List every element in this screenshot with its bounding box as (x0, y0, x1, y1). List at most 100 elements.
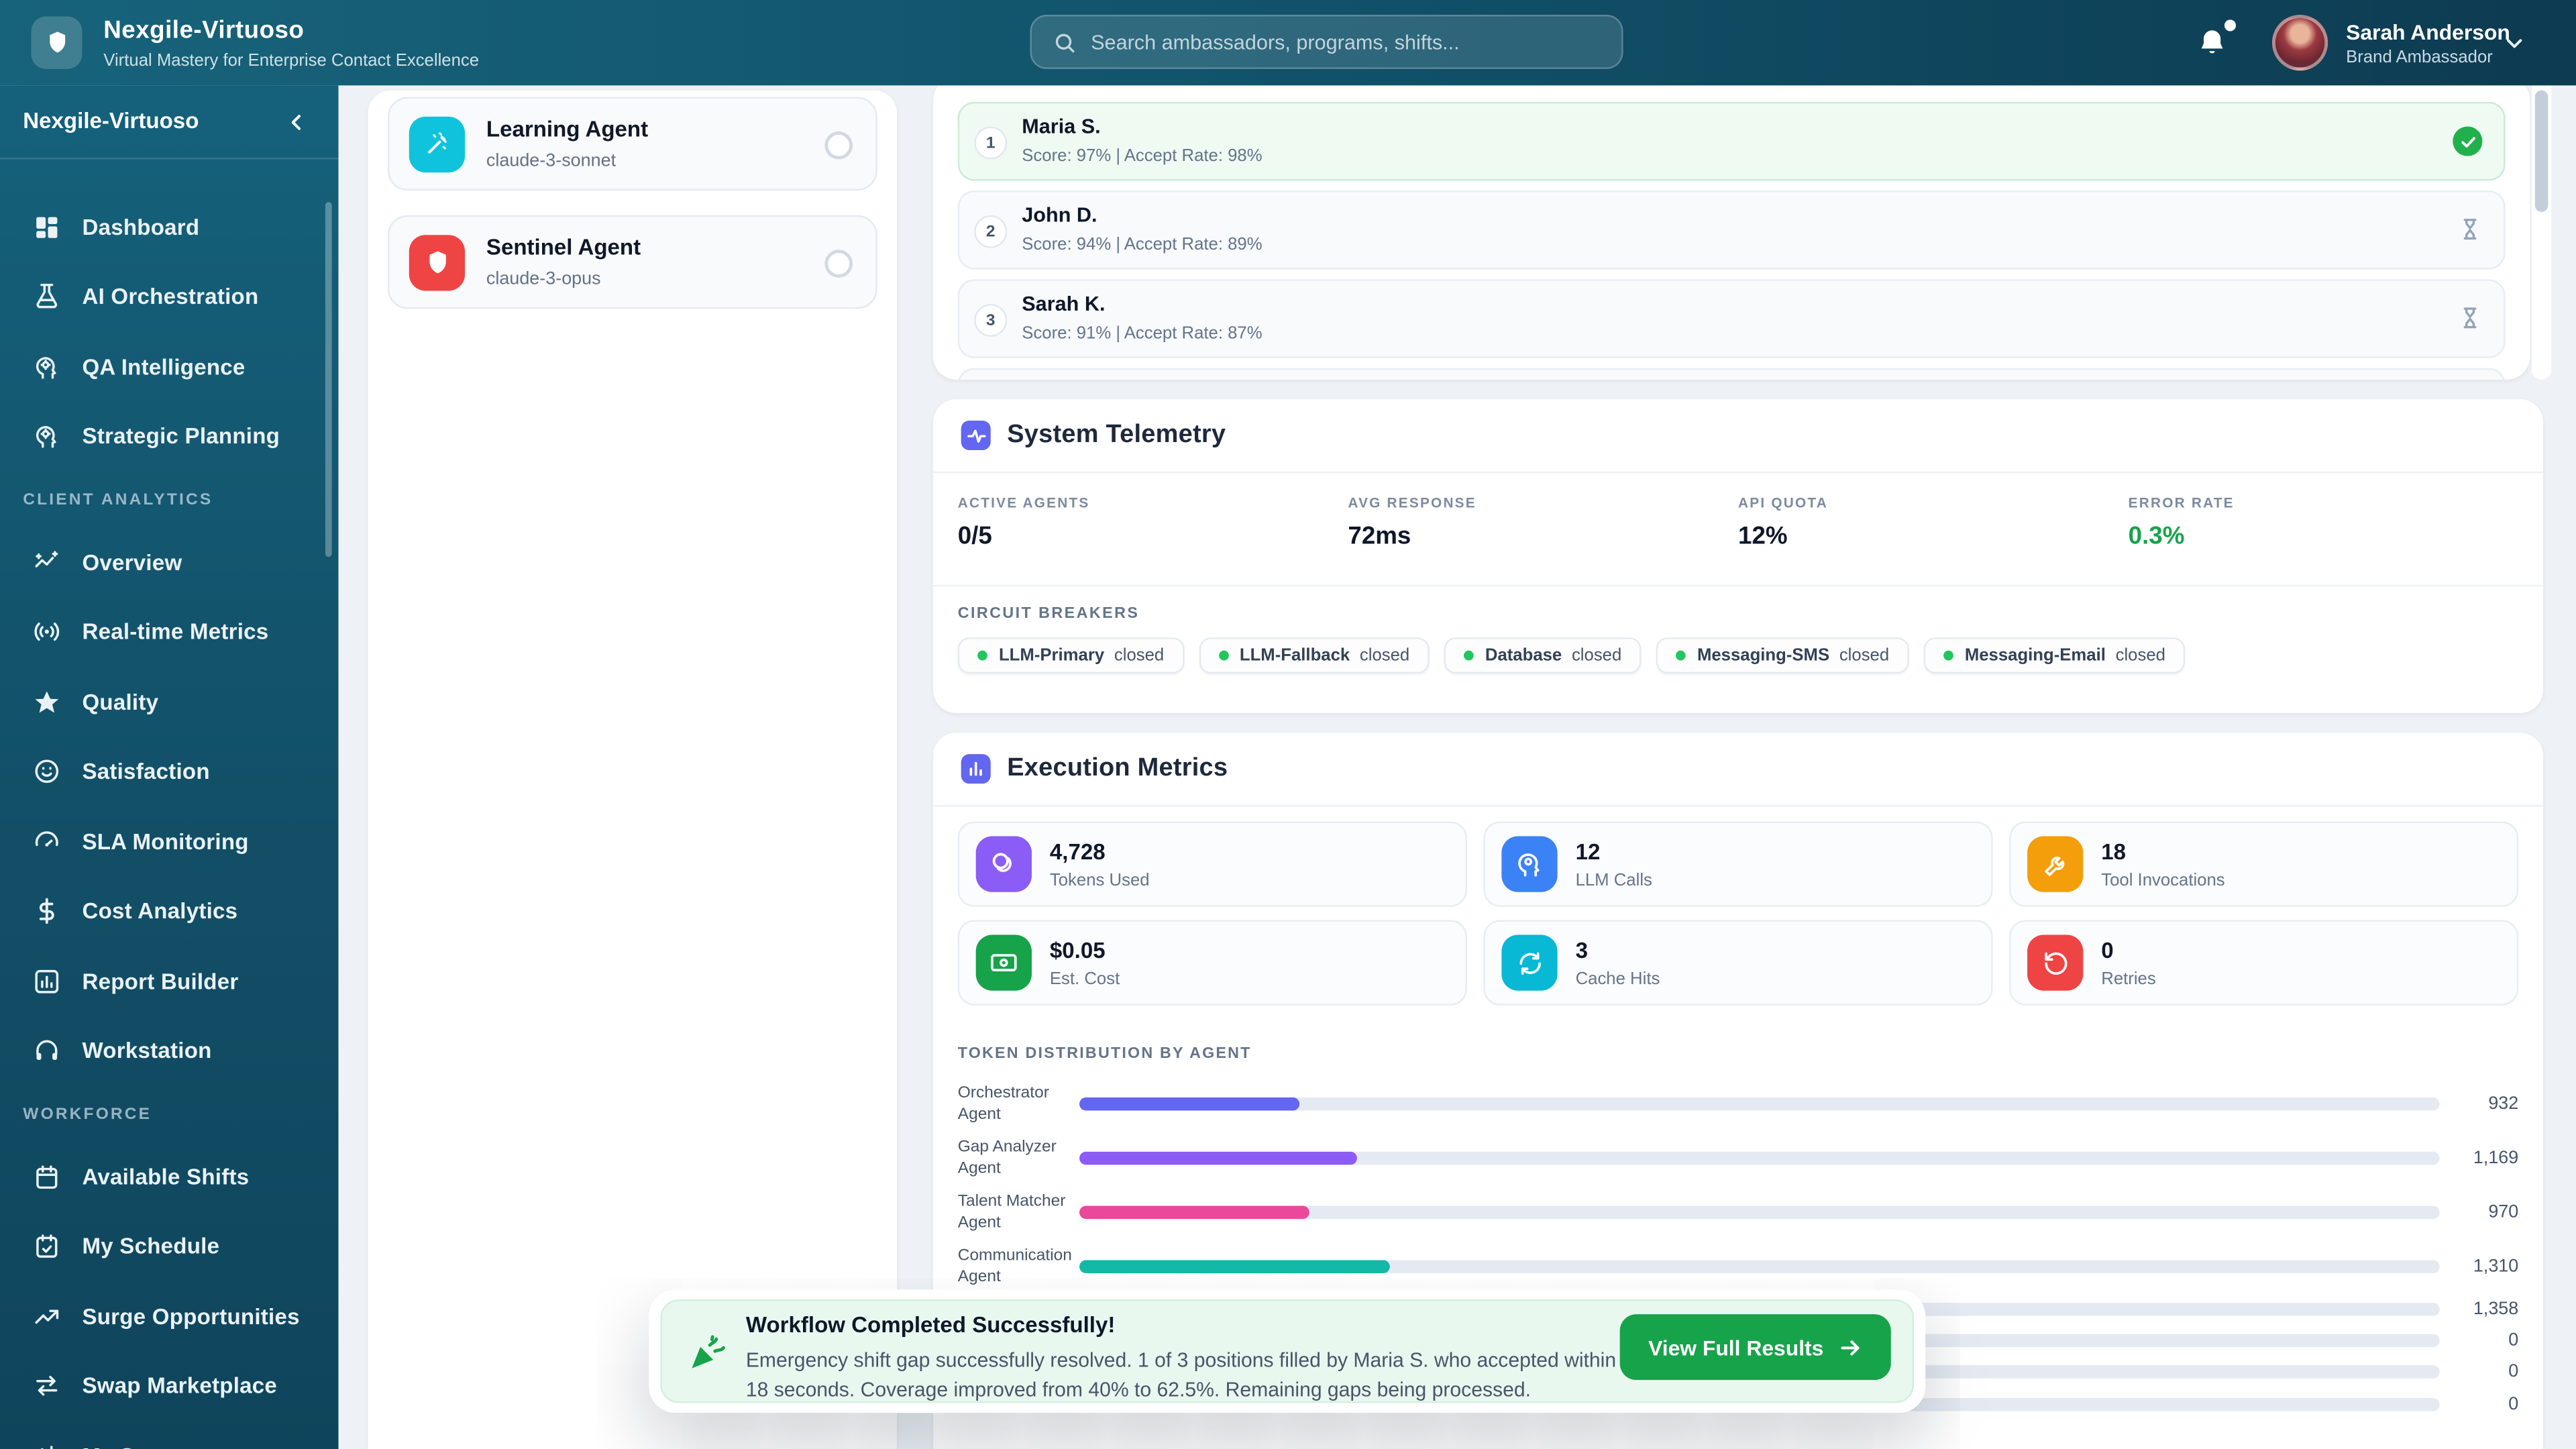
agent-radio[interactable] (824, 131, 853, 160)
metric-tile-est-cost: $0.05 Est. Cost (957, 920, 1467, 1006)
stat-value: 0.3% (2128, 522, 2185, 551)
sidebar-item-surge-opportunities[interactable]: Surge Opportunities (0, 1281, 338, 1351)
smiley-icon (35, 760, 59, 784)
tile-label: Est. Cost (1049, 968, 1120, 989)
bar-label: Communication Agent (957, 1246, 1072, 1287)
card-title: System Telemetry (1007, 420, 1226, 449)
sidebar-item-realtime-metrics[interactable]: Real-time Metrics (0, 597, 338, 667)
user-menu-button[interactable] (2502, 32, 2527, 64)
bar-row: Gap Analyzer Agent 1,169 (958, 1137, 2519, 1180)
status-dot (1218, 650, 1228, 661)
chevron-left-icon (290, 113, 300, 129)
status-dot (1676, 650, 1686, 661)
breaker-name: LLM-Primary (998, 645, 1105, 665)
star-icon (35, 690, 59, 712)
agent-card-sentinel[interactable]: Sentinel Agent claude-3-opus (387, 215, 877, 309)
stat-label: API QUOTA (1738, 494, 1828, 511)
head-gear-icon (1501, 836, 1558, 892)
sidebar-item-workstation[interactable]: Workstation (0, 1016, 338, 1086)
token-distribution-title: TOKEN DISTRIBUTION BY AGENT (957, 1044, 1252, 1063)
bar-value: 1,169 (2473, 1148, 2519, 1169)
banknote-icon (975, 934, 1032, 991)
trend-sparkle-icon (35, 550, 58, 568)
notifications-button[interactable] (2196, 19, 2237, 62)
head-gear-icon (36, 356, 56, 379)
agent-radio[interactable] (824, 250, 853, 278)
sidebar-item-label: Real-time Metrics (82, 619, 269, 645)
candidate-row[interactable]: 1 Maria S. Score: 97% | Accept Rate: 98% (957, 101, 2506, 181)
sidebar-collapse-button[interactable] (276, 102, 315, 142)
agent-name: Sentinel Agent (486, 235, 641, 260)
sidebar-item-sla-monitoring[interactable]: SLA Monitoring (0, 806, 338, 876)
bar-row: Communication Agent 1,310 (958, 1245, 2519, 1288)
bar-value: 0 (2508, 1393, 2519, 1414)
sidebar-item-cost-analytics[interactable]: Cost Analytics (0, 877, 338, 947)
rotate-ccw-icon (2027, 934, 2084, 991)
hourglass-icon (2458, 304, 2483, 340)
bell-icon (2201, 30, 2223, 54)
stat-error-rate: ERROR RATE 0.3% (2129, 494, 2519, 585)
user-role: Brand Ambassador (2346, 48, 2493, 68)
wand-icon (409, 115, 466, 172)
sidebar-scrollbar-thumb[interactable] (325, 202, 332, 557)
bar-value: 1,358 (2473, 1299, 2519, 1320)
tile-value: 12 (1575, 839, 1601, 863)
stat-active-agents: ACTIVE AGENTS 0/5 (958, 494, 1348, 585)
circuit-breaker-chip: Database closed (1444, 637, 1642, 674)
trending-up-icon (35, 1309, 59, 1324)
agent-card-learning[interactable]: Learning Agent claude-3-sonnet (387, 97, 877, 191)
status-dot (1464, 650, 1474, 661)
agent-model: claude-3-opus (486, 269, 601, 290)
sidebar-item-dashboard[interactable]: Dashboard (0, 193, 338, 262)
sidebar-item-overview[interactable]: Overview (0, 527, 338, 597)
card-title: Execution Metrics (1007, 754, 1228, 782)
bar-value: 0 (2508, 1362, 2519, 1382)
sidebar-section-client-analytics: CLIENT ANALYTICS (23, 490, 213, 508)
view-full-results-button[interactable]: View Full Results (1620, 1314, 1891, 1381)
stat-value: 72ms (1348, 522, 1411, 551)
stat-label: AVG RESPONSE (1348, 494, 1477, 511)
breaker-state: closed (1839, 645, 1890, 665)
refresh-icon (1501, 934, 1558, 991)
search-input[interactable] (1091, 30, 1622, 54)
candidate-row[interactable]: 3 Sarah K. Score: 91% | Accept Rate: 87% (957, 279, 2506, 358)
calendar-check-icon (36, 1234, 58, 1258)
candidate-name: Sarah K. (1022, 292, 1106, 316)
metric-tile-retries: 0 Retries (2009, 920, 2519, 1006)
tile-value: 4,728 (1049, 839, 1106, 863)
sidebar-item-strategic-planning[interactable]: Strategic Planning (0, 402, 338, 472)
sidebar-item-label: Overview (82, 549, 182, 575)
panel-scrollbar-thumb[interactable] (2534, 90, 2548, 212)
circuit-breaker-chip: Messaging-Email closed (1923, 637, 2186, 674)
global-search (1030, 15, 1623, 69)
agent-model: claude-3-sonnet (486, 151, 616, 171)
sidebar-item-swap-marketplace[interactable]: Swap Marketplace (0, 1351, 338, 1421)
toast-title: Workflow Completed Successfully! (745, 1312, 1116, 1338)
sidebar-item-ai-orchestration[interactable]: AI Orchestration (0, 262, 338, 332)
bar-value: 970 (2488, 1202, 2519, 1223)
sidebar-item-satisfaction[interactable]: Satisfaction (0, 737, 338, 806)
bar-row: Talent Matcher Agent 970 (958, 1191, 2519, 1234)
sidebar-item-label: AI Orchestration (82, 284, 259, 310)
headphones-icon (36, 1040, 58, 1061)
candidate-row[interactable]: 2 John D. Score: 94% | Accept Rate: 89% (957, 191, 2506, 270)
sidebar-item-available-shifts[interactable]: Available Shifts (0, 1142, 338, 1212)
tile-value: $0.05 (1049, 937, 1106, 962)
sidebar-item-my-schedule[interactable]: My Schedule (0, 1212, 338, 1281)
candidate-name: John D. (1022, 203, 1097, 227)
circuit-breaker-chip: Messaging-SMS closed (1656, 637, 1909, 674)
avatar[interactable] (2271, 15, 2328, 71)
tile-label: Tokens Used (1049, 869, 1150, 890)
sidebar-item-my-swaps[interactable]: My Swaps (0, 1421, 338, 1449)
toast-notification: Workflow Completed Successfully! Emergen… (649, 1289, 1926, 1413)
breaker-name: Messaging-Email (1964, 645, 2106, 665)
candidate-ranking-panel: 1 Maria S. Score: 97% | Accept Rate: 98%… (933, 85, 2530, 380)
breaker-state: closed (1571, 645, 1622, 665)
sidebar-item-report-builder[interactable]: Report Builder (0, 947, 338, 1016)
top-header: Nexgile-Virtuoso Virtual Mastery for Ent… (0, 0, 2576, 86)
up-down-arrows-icon (40, 1445, 53, 1449)
sidebar-item-qa-intelligence[interactable]: QA Intelligence (0, 332, 338, 402)
bar-label: Talent Matcher Agent (957, 1192, 1066, 1232)
sidebar-item-label: Available Shifts (82, 1164, 250, 1189)
sidebar-item-quality[interactable]: Quality (0, 667, 338, 737)
